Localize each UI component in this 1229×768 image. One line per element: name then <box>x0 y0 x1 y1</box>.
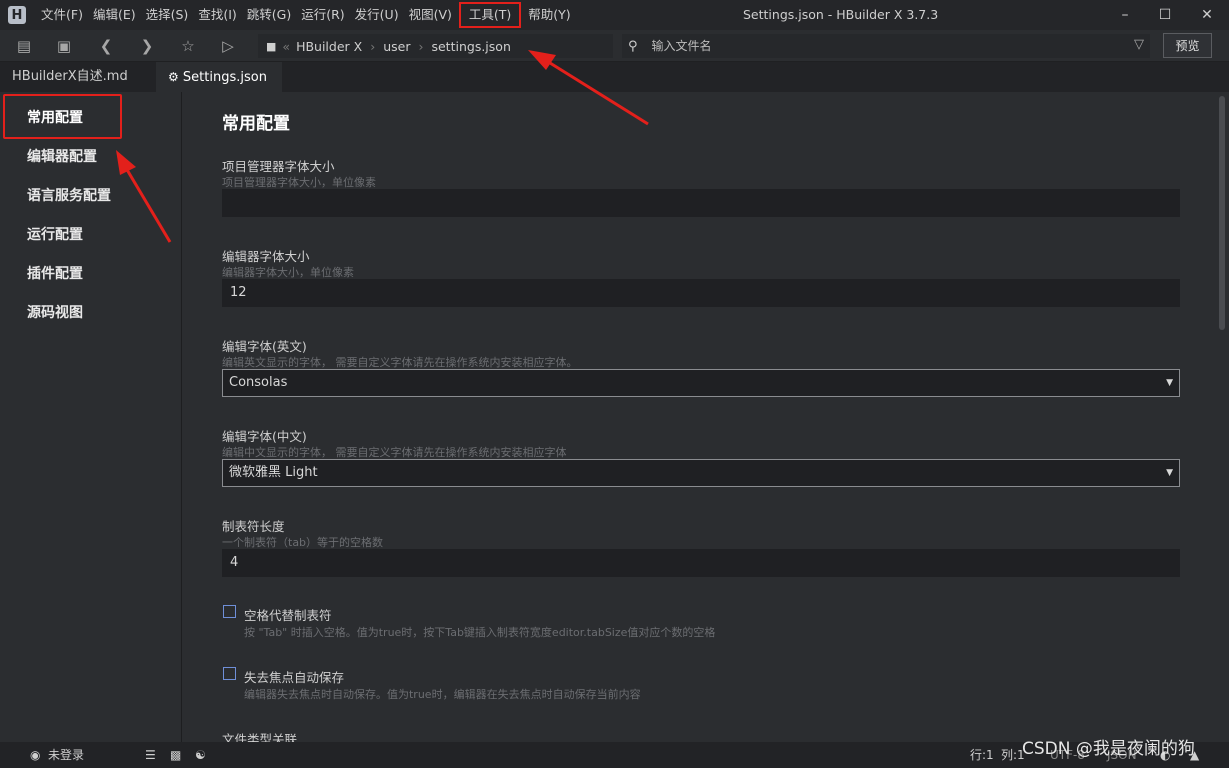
folder-icon: ■ <box>266 39 277 53</box>
watermark: CSDN @我是夜阑的狗 <box>1022 739 1195 759</box>
favorite-star-icon[interactable]: ☆ <box>174 30 202 62</box>
file-search-box[interactable]: ⚲ ▽ <box>622 34 1150 58</box>
breadcrumb: ■ « HBuilder X › user › settings.json <box>258 34 613 58</box>
user-avatar-icon[interactable]: ◉ <box>30 742 40 768</box>
menu-edit[interactable]: 编辑(E) <box>88 0 141 30</box>
insert-spaces-checkbox[interactable] <box>223 605 236 618</box>
forward-icon[interactable]: ❯ <box>133 30 161 62</box>
minimize-icon[interactable]: – <box>1105 0 1145 30</box>
field-label: 文件类型关联 <box>222 732 298 742</box>
menu-select[interactable]: 选择(S) <box>141 0 194 30</box>
run-icon[interactable]: ▷ <box>214 30 242 62</box>
menu-run[interactable]: 运行(R) <box>296 0 349 30</box>
file-search-icon: ⚲ <box>628 38 638 54</box>
tab-label: HBuilderX自述.md <box>12 69 128 84</box>
menu-goto[interactable]: 跳转(G) <box>242 0 296 30</box>
breadcrumb-root[interactable]: HBuilder X <box>296 39 362 54</box>
select-value: 微软雅黑 Light <box>229 465 318 480</box>
menu-publish[interactable]: 发行(U) <box>350 0 404 30</box>
sidebar-item-source-view[interactable]: 源码视图 <box>27 302 83 322</box>
hbuilder-logo-icon: H <box>8 6 26 24</box>
terminal-icon[interactable]: ▩ <box>170 742 181 768</box>
preview-button[interactable]: 预览 <box>1163 33 1212 58</box>
window-title: Settings.json - HBuilder X 3.7.3 <box>743 7 939 22</box>
menu-view[interactable]: 视图(V) <box>404 0 457 30</box>
menu-find[interactable]: 查找(I) <box>193 0 241 30</box>
field-label: 编辑字体(中文) <box>222 429 307 444</box>
tab-label: Settings.json <box>182 70 267 85</box>
sidebar-item-common[interactable]: 常用配置 <box>27 107 83 127</box>
menu-tools[interactable]: 工具(T) <box>457 0 523 30</box>
breadcrumb-file[interactable]: settings.json <box>431 39 510 54</box>
tab-readme[interactable]: HBuilderX自述.md <box>0 62 146 92</box>
breadcrumb-folder[interactable]: user <box>383 39 410 54</box>
close-icon[interactable]: ✕ <box>1187 0 1227 30</box>
back-icon[interactable]: ❮ <box>92 30 120 62</box>
cursor-row: 行:1 <box>970 748 994 762</box>
field-label: 编辑字体(英文) <box>222 339 307 354</box>
scrollbar-thumb[interactable] <box>1219 96 1225 330</box>
checkbox-description: 按 "Tab" 时插入空格。值为true时，按下Tab键插入制表符宽度edito… <box>244 626 716 639</box>
field-description: 项目管理器字体大小，单位像素 <box>222 176 376 189</box>
checkbox-description: 编辑器失去焦点时自动保存。值为true时，编辑器在失去焦点时自动保存当前内容 <box>244 688 641 701</box>
list-icon[interactable]: ☰ <box>145 742 156 768</box>
tab-bar: HBuilderX自述.md ⚙ Settings.json <box>0 62 1229 92</box>
autosave-on-blur-checkbox[interactable] <box>223 667 236 680</box>
tab-settings[interactable]: ⚙ Settings.json <box>156 62 282 92</box>
english-font-select[interactable]: Consolas ▼ <box>222 369 1180 397</box>
project-font-size-input[interactable] <box>222 189 1180 217</box>
field-label: 制表符长度 <box>222 519 285 534</box>
editor-font-size-input[interactable]: 12 <box>222 279 1180 307</box>
sidebar-item-language-service[interactable]: 语言服务配置 <box>27 185 111 205</box>
field-description: 编辑英文显示的字体， 需要自定义字体请先在操作系统内安装相应字体。 <box>222 356 578 369</box>
settings-sidebar: 常用配置 编辑器配置 语言服务配置 运行配置 插件配置 源码视图 <box>0 92 182 742</box>
breadcrumb-separator-icon: › <box>418 38 424 54</box>
globe-icon[interactable]: ☯ <box>195 742 206 768</box>
title-bar: H 文件(F) 编辑(E) 选择(S) 查找(I) 跳转(G) 运行(R) 发行… <box>0 0 1229 30</box>
new-file-icon[interactable]: ▤ <box>10 30 38 62</box>
toolbar: ▤ ▣ ❮ ❯ ☆ ▷ ■ « HBuilder X › user › sett… <box>0 30 1229 62</box>
maximize-icon[interactable]: ☐ <box>1145 0 1185 30</box>
section-title: 常用配置 <box>222 114 290 134</box>
dropdown-arrow-icon: ▼ <box>1166 468 1173 478</box>
field-description: 编辑器字体大小，单位像素 <box>222 266 354 279</box>
field-description: 编辑中文显示的字体， 需要自定义字体请先在操作系统内安装相应字体 <box>222 446 567 459</box>
select-value: Consolas <box>229 375 288 390</box>
sidebar-item-plugins[interactable]: 插件配置 <box>27 263 83 283</box>
field-label: 项目管理器字体大小 <box>222 159 335 174</box>
settings-panel: 常用配置 项目管理器字体大小 项目管理器字体大小，单位像素 编辑器字体大小 编辑… <box>182 92 1229 742</box>
login-status[interactable]: 未登录 <box>48 742 84 768</box>
checkbox-label: 空格代替制表符 <box>244 608 332 623</box>
menu-help[interactable]: 帮助(Y) <box>523 0 575 30</box>
checkbox-label: 失去焦点自动保存 <box>244 670 345 685</box>
chinese-font-select[interactable]: 微软雅黑 Light ▼ <box>222 459 1180 487</box>
breadcrumb-collapse-icon[interactable]: « <box>282 39 290 54</box>
menu-bar: 文件(F) 编辑(E) 选择(S) 查找(I) 跳转(G) 运行(R) 发行(U… <box>36 0 576 30</box>
sidebar-item-run[interactable]: 运行配置 <box>27 224 83 244</box>
save-icon[interactable]: ▣ <box>50 30 78 62</box>
menu-file[interactable]: 文件(F) <box>36 0 88 30</box>
filter-icon[interactable]: ▽ <box>1134 37 1144 52</box>
tab-size-input[interactable]: 4 <box>222 549 1180 577</box>
breadcrumb-separator-icon: › <box>370 38 376 54</box>
gear-icon: ⚙ <box>168 70 179 84</box>
file-search-input[interactable] <box>649 38 1090 54</box>
sidebar-item-editor[interactable]: 编辑器配置 <box>27 146 97 166</box>
dropdown-arrow-icon: ▼ <box>1166 378 1173 388</box>
field-label: 编辑器字体大小 <box>222 249 310 264</box>
field-description: 一个制表符（tab）等于的空格数 <box>222 536 384 549</box>
